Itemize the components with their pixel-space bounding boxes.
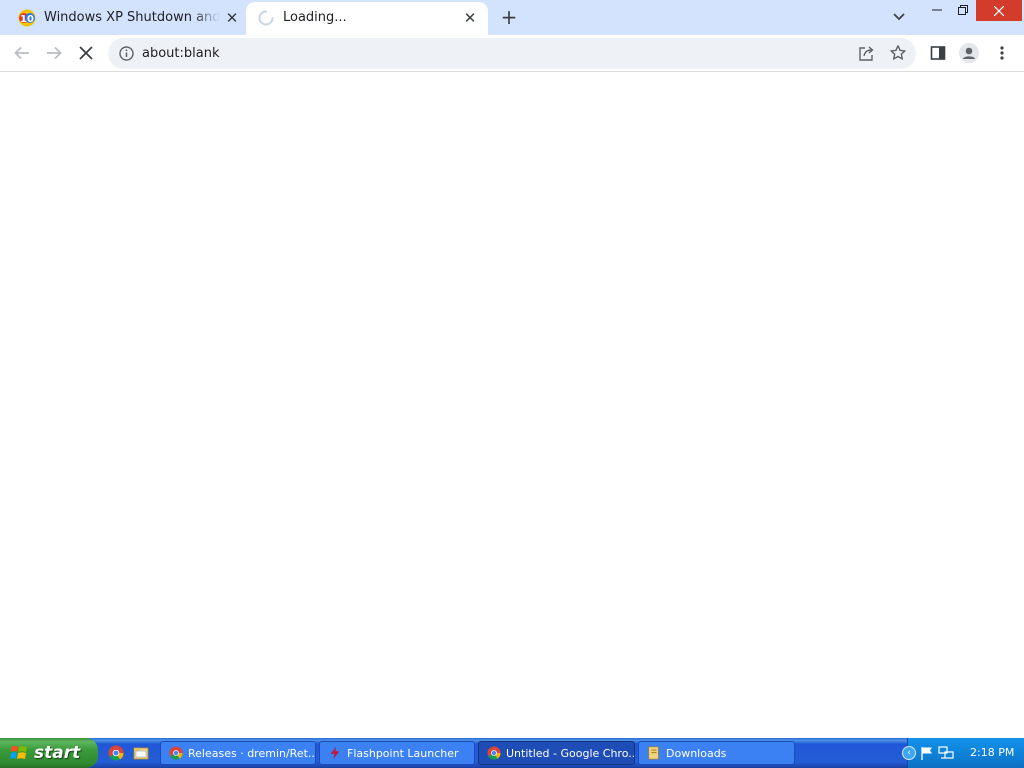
taskbar-item[interactable]: Downloads	[638, 741, 795, 765]
taskbar-item-label: Downloads	[666, 746, 727, 760]
tab-loading[interactable]: Loading... ✕	[246, 2, 488, 35]
chrome-icon	[487, 746, 501, 760]
loading-spinner-icon	[258, 10, 274, 26]
taskbar-item-label: Flashpoint Launcher	[347, 746, 459, 760]
more-vert-icon	[1000, 46, 1004, 60]
tab-strip: 10 Windows XP Shutdown and Lo ✕ Loading.…	[0, 0, 1024, 35]
close-icon	[994, 5, 1004, 16]
tab-search-chevron-icon[interactable]	[890, 9, 908, 25]
back-button[interactable]	[12, 43, 32, 63]
svg-text:10: 10	[20, 14, 34, 25]
site-favicon-icon: 10	[18, 9, 36, 27]
windows-logo-icon	[10, 746, 27, 759]
action-center-flag-icon[interactable]	[919, 745, 935, 761]
minimize-button[interactable]	[924, 0, 950, 20]
restore-icon	[958, 5, 968, 15]
taskbar: start Releases · dremin/Ret... Flashpoin…	[0, 738, 1024, 768]
flashpoint-icon	[330, 746, 340, 760]
tray-expand-button[interactable]: ‹	[902, 746, 916, 760]
network-icon[interactable]	[938, 745, 954, 761]
side-panel-icon	[930, 46, 946, 60]
taskbar-item[interactable]: Flashpoint Launcher	[319, 741, 475, 765]
tab-title: Windows XP Shutdown and Lo	[44, 10, 220, 25]
stop-x-icon	[79, 46, 93, 60]
system-clock[interactable]: 2:18 PM	[970, 746, 1014, 759]
stop-loading-button[interactable]	[76, 43, 96, 63]
side-panel-button[interactable]	[928, 43, 948, 63]
site-info-icon[interactable]	[119, 46, 134, 61]
system-tray: ‹ 2:18 PM	[902, 738, 1024, 768]
menu-button[interactable]	[992, 43, 1012, 63]
back-arrow-icon	[14, 46, 29, 60]
taskbar-item[interactable]: Releases · dremin/Ret...	[160, 741, 316, 765]
forward-arrow-icon	[47, 46, 62, 60]
browser-toolbar: about:blank	[0, 35, 1024, 72]
profile-button[interactable]	[959, 43, 979, 63]
chrome-icon	[169, 746, 183, 760]
start-button[interactable]: start	[0, 738, 98, 768]
close-window-button[interactable]	[976, 0, 1022, 21]
tab-close-icon[interactable]: ✕	[224, 10, 240, 26]
share-icon[interactable]	[858, 45, 875, 62]
taskbar-item-label: Releases · dremin/Ret...	[188, 746, 316, 760]
start-label: start	[34, 743, 81, 763]
minimize-icon	[932, 9, 942, 11]
profile-avatar-icon	[959, 43, 979, 63]
taskbar-item[interactable]: Untitled - Google Chro...	[478, 741, 635, 765]
restore-button[interactable]	[950, 0, 976, 20]
new-tab-button[interactable]: +	[499, 7, 519, 27]
tab-windows-xp-shutdown[interactable]: 10 Windows XP Shutdown and Lo ✕	[0, 2, 246, 35]
tab-close-icon[interactable]: ✕	[462, 10, 478, 26]
forward-button[interactable]	[44, 43, 64, 63]
page-content[interactable]	[0, 73, 1024, 738]
address-text[interactable]: about:blank	[142, 46, 220, 61]
quicklaunch-chrome-icon[interactable]	[108, 745, 124, 761]
quicklaunch-explorer-icon[interactable]	[133, 745, 149, 761]
tab-title: Loading...	[283, 10, 347, 25]
taskbar-item-label: Untitled - Google Chro...	[506, 746, 635, 760]
address-bar[interactable]: about:blank	[108, 38, 916, 69]
bookmark-star-icon[interactable]	[889, 44, 907, 62]
folder-icon	[648, 746, 659, 760]
